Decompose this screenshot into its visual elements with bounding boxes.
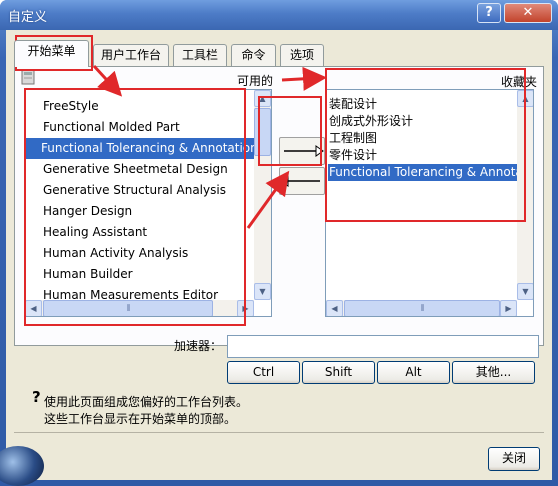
tab-label: 开始菜单 (27, 44, 76, 58)
list-item[interactable]: Functional Tolerancing & Annotation (328, 164, 533, 181)
title-bar[interactable]: 自定义 ? ✕ (0, 0, 558, 30)
accelerator-label: 加速器： (174, 339, 223, 353)
tab-label: 命令 (241, 48, 266, 62)
tab-label: 工具栏 (181, 48, 218, 62)
help-button[interactable]: ? (477, 3, 501, 23)
list-item[interactable]: Human Activity Analysis (41, 243, 190, 264)
list-item[interactable]: 零件设计 (328, 147, 377, 164)
scroll-down-button[interactable]: ▼ (254, 283, 271, 300)
close-button[interactable]: 关闭 (488, 447, 540, 471)
tab-toolbars[interactable]: 工具栏 (173, 44, 227, 66)
alt-button[interactable]: Alt (377, 361, 450, 384)
start-menu-panel: 可用的 收藏夹 FreeStyle Functional Molded Part F… (14, 66, 544, 346)
list-item[interactable]: Hanger Design (41, 201, 134, 222)
close-window-button[interactable]: ✕ (504, 3, 552, 23)
ctrl-button[interactable]: Ctrl (227, 361, 300, 384)
remove-from-favorites-button[interactable] (279, 167, 325, 195)
scroll-left-button[interactable]: ◀ (326, 300, 343, 316)
accelerator-input[interactable] (227, 335, 539, 358)
available-list[interactable]: FreeStyle Functional Molded Part Functiona… (24, 89, 272, 317)
help-icon: ? (32, 388, 41, 406)
scroll-right-button[interactable]: ▶ (500, 300, 517, 316)
workbench-icon (21, 69, 35, 85)
list-item[interactable]: Human Builder (41, 264, 135, 285)
tab-label: 选项 (289, 48, 314, 62)
scroll-up-button[interactable]: ▲ (517, 90, 533, 107)
list-item[interactable]: Generative Sheetmetal Design (41, 159, 230, 180)
arrow-right-icon (284, 145, 324, 157)
grip-icon: ⦀ (126, 303, 131, 314)
scroll-thumb[interactable] (254, 108, 271, 156)
scroll-left-button[interactable]: ◀ (25, 300, 42, 316)
favorites-hscroll[interactable]: ◀ ⦀ ▶ (326, 300, 517, 316)
add-to-favorites-button[interactable] (279, 137, 325, 165)
scroll-thumb[interactable]: ⦀ (344, 300, 500, 316)
scroll-right-button[interactable]: ▶ (237, 300, 254, 316)
customize-dialog: 自定义 ? ✕ 开始菜单 用户工作台 工具栏 命令 选项 可用的 收藏夹 Fre… (0, 0, 558, 486)
list-item[interactable]: 装配设计 (328, 96, 377, 113)
window-title: 自定义 (8, 10, 48, 25)
scroll-up-button[interactable]: ▲ (254, 90, 271, 107)
list-item[interactable]: 创成式外形设计 (328, 113, 413, 130)
scroll-thumb[interactable]: ⦀ (43, 300, 213, 316)
shift-button[interactable]: Shift (302, 361, 375, 384)
favorites-list[interactable]: 装配设计 创成式外形设计 工程制图 零件设计 Functional Tolerancin… (325, 89, 534, 317)
list-item[interactable]: Functional Tolerancing & Annotation (25, 138, 258, 159)
tab-label: 用户工作台 (100, 48, 161, 62)
available-hscroll[interactable]: ◀ ⦀ ▶ (25, 300, 254, 316)
favorites-vscroll[interactable]: ▲ ▼ (517, 90, 533, 300)
tab-start-menu[interactable]: 开始菜单 (14, 40, 89, 67)
tab-commands[interactable]: 命令 (231, 44, 276, 66)
list-item[interactable]: Generative Structural Analysis (41, 180, 228, 201)
scroll-down-button[interactable]: ▼ (517, 283, 533, 300)
list-item[interactable]: 工程制图 (328, 130, 377, 147)
dialog-body: 开始菜单 用户工作台 工具栏 命令 选项 可用的 收藏夹 FreeStyle F… (0, 30, 552, 486)
tab-options[interactable]: 选项 (280, 44, 324, 66)
available-label: 可用的 (237, 74, 274, 88)
footer-divider (14, 432, 544, 433)
favorites-label: 收藏夹 (501, 75, 538, 89)
help-line-2: 这些工作台显示在开始菜单的顶部。 (44, 412, 237, 426)
help-line-1: 使用此页面组成您偏好的工作台列表。 (44, 395, 249, 409)
globe-decoration (0, 446, 44, 486)
arrow-left-icon (280, 175, 320, 187)
other-keys-button[interactable]: 其他... (452, 361, 535, 384)
tab-user-workbench[interactable]: 用户工作台 (93, 44, 169, 66)
list-item[interactable]: Healing Assistant (41, 222, 149, 243)
grip-icon: ⦀ (420, 303, 425, 314)
available-vscroll[interactable]: ▲ ▼ (254, 90, 271, 300)
list-item[interactable]: FreeStyle (41, 96, 101, 117)
close-icon: ✕ (522, 5, 534, 20)
list-item[interactable]: Functional Molded Part (41, 117, 182, 138)
